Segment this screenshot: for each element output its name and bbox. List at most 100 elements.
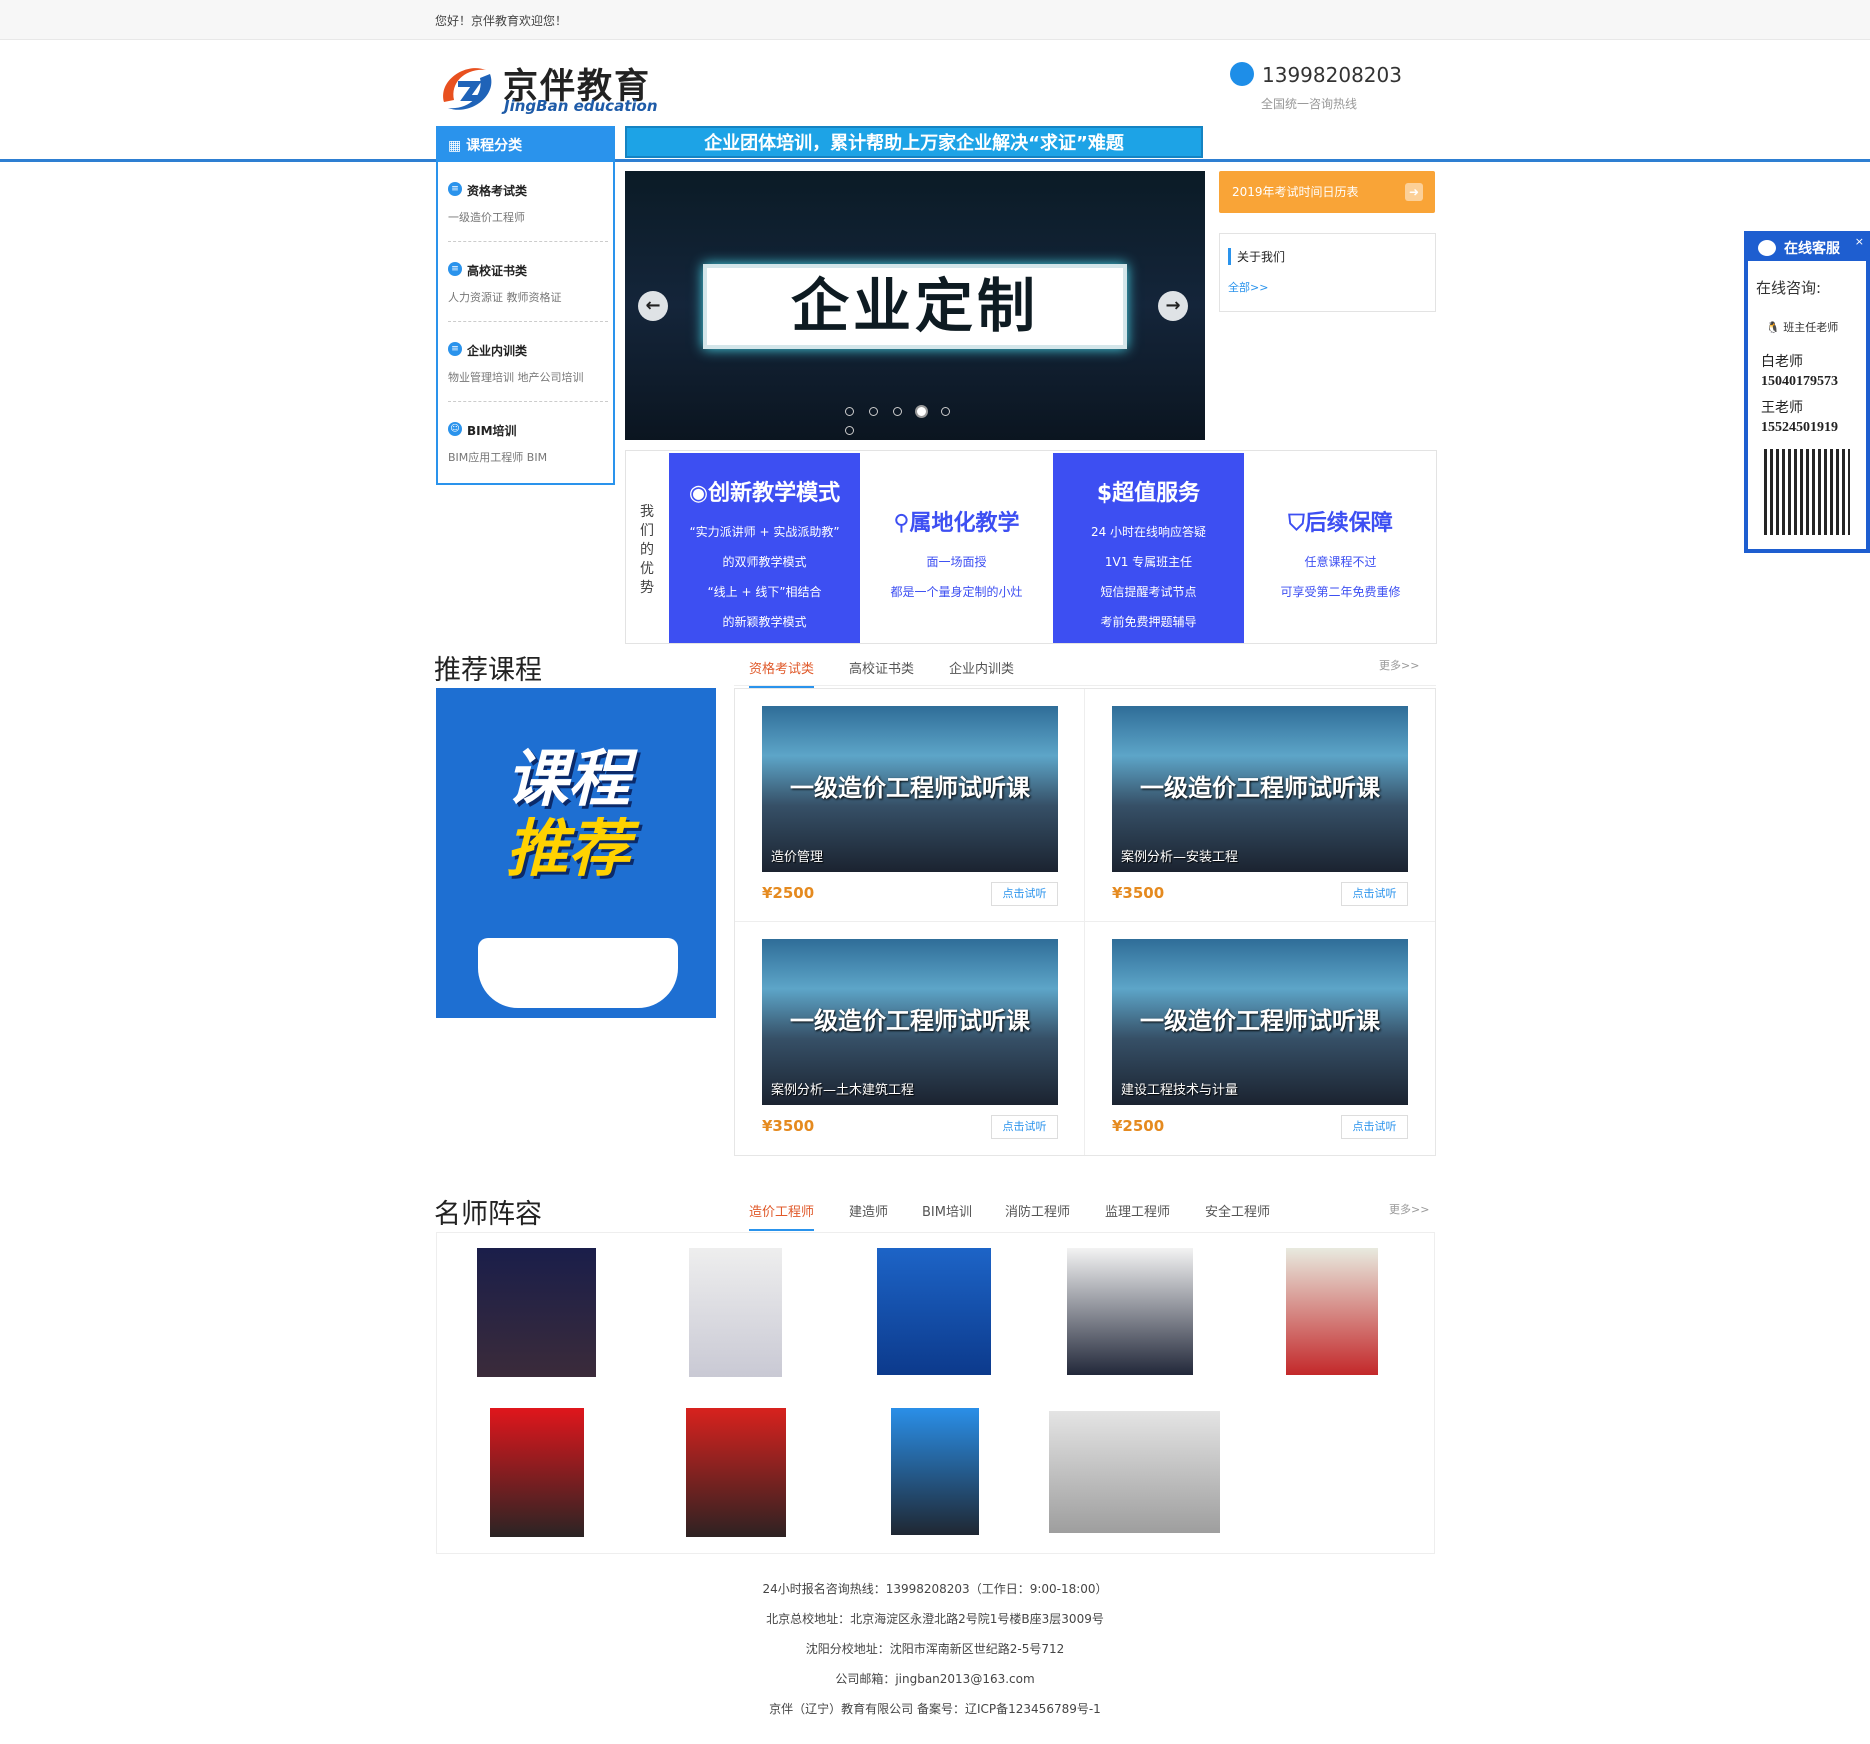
category-item-title[interactable]: BIM培训 bbox=[467, 422, 517, 439]
slider-prev-button[interactable]: ← bbox=[638, 291, 668, 321]
course-thumbnail[interactable]: 一级造价工程师试听课建设工程技术与计量 bbox=[1112, 939, 1408, 1105]
course-thumbnail[interactable]: 一级造价工程师试听课 案例分析—土木建筑工程 bbox=[762, 939, 1058, 1105]
tab-teacher-4[interactable]: 消防工程师 bbox=[1005, 1201, 1070, 1220]
slider-headline: 企业定制 bbox=[703, 264, 1127, 349]
tab-recommend-3[interactable]: 企业内训类 bbox=[949, 658, 1014, 677]
teachers-more-link[interactable]: 更多>> bbox=[1389, 1201, 1429, 1217]
slider-dot[interactable] bbox=[845, 426, 854, 435]
advantage-line: 短信提醒考试节点 bbox=[1100, 585, 1197, 599]
category-item-sub[interactable]: 物业管理培训 地产公司培训 bbox=[448, 369, 584, 385]
about-more-link[interactable]: 全部>> bbox=[1228, 279, 1268, 295]
hotline-label: 全国统一咨询热线 bbox=[1261, 97, 1358, 111]
try-listen-button[interactable]: 点击试听 bbox=[991, 882, 1058, 906]
recommend-more-link[interactable]: 更多>> bbox=[1379, 657, 1419, 673]
teacher-gallery bbox=[436, 1232, 1435, 1554]
tab-recommend-2[interactable]: 高校证书类 bbox=[849, 658, 914, 677]
advantage-title: 创新教学模式 bbox=[708, 481, 841, 506]
teacher-name: 王老师 bbox=[1761, 401, 1803, 416]
slider-dot[interactable] bbox=[941, 407, 950, 416]
course-card[interactable]: 一级造价工程师试听课 案例分析—安装工程 ¥3500 点击试听 bbox=[1085, 689, 1435, 922]
tab-teacher-6[interactable]: 安全工程师 bbox=[1205, 1201, 1270, 1220]
tab-teacher-5[interactable]: 监理工程师 bbox=[1105, 1201, 1170, 1220]
category-icon: ≡ bbox=[448, 342, 462, 356]
tab-divider bbox=[734, 685, 1436, 686]
tab-recommend-1[interactable]: 资格考试类 bbox=[749, 658, 815, 688]
slogan-banner[interactable]: 企业团体培训，累计帮助上万家企业解决“求证”难题 bbox=[625, 126, 1203, 158]
category-item[interactable]: ≡ 高校证书类 人力资源证 教师资格证 bbox=[448, 242, 608, 322]
advantage-line: 考前免费押题辅导 bbox=[1100, 615, 1197, 629]
exam-calendar-button[interactable]: 2019年考试时间日历表 ➜ bbox=[1219, 171, 1435, 213]
category-panel: ≡ 资格考试类 一级造价工程师 ≡ 高校证书类 人力资源证 教师资格证 ≡ 企业… bbox=[436, 162, 615, 485]
category-item[interactable]: ≡ 企业内训类 物业管理培训 地产公司培训 bbox=[448, 322, 608, 402]
service-title: 在线客服 bbox=[1784, 241, 1840, 257]
tab-teacher-1[interactable]: 造价工程师 bbox=[749, 1201, 815, 1231]
category-item-sub[interactable]: 人力资源证 教师资格证 bbox=[448, 289, 562, 305]
slider-dot[interactable] bbox=[917, 407, 926, 416]
category-item-title[interactable]: 企业内训类 bbox=[467, 342, 527, 359]
phone-icon bbox=[1230, 62, 1254, 86]
promo-text-2: 推荐 bbox=[506, 812, 631, 885]
advantages-label: 我们的优势 bbox=[640, 504, 654, 596]
teacher-photo[interactable] bbox=[1067, 1248, 1193, 1375]
teacher-photo[interactable] bbox=[891, 1408, 979, 1535]
grid-icon: ▦ bbox=[448, 138, 467, 154]
course-subject: 建设工程技术与计量 bbox=[1121, 1083, 1239, 1098]
course-subject: 案例分析—土木建筑工程 bbox=[771, 1083, 915, 1098]
teacher-photo[interactable] bbox=[1286, 1248, 1378, 1375]
welcome-text: 您好！京伴教育欢迎您！ bbox=[435, 14, 568, 28]
course-banner: 一级造价工程师试听课 bbox=[1140, 1007, 1380, 1035]
teacher-photo[interactable] bbox=[490, 1408, 584, 1537]
exam-calendar-label: 2019年考试时间日历表 bbox=[1232, 185, 1359, 199]
category-item[interactable]: ≡ 资格考试类 一级造价工程师 bbox=[448, 162, 608, 242]
teachers-title: 名师阵容 bbox=[434, 1199, 542, 1230]
advantage-card: $超值服务 24 小时在线响应答疑 1V1 专属班主任 短信提醒考试节点 考前免… bbox=[1053, 453, 1244, 643]
advantage-card: ⛉后续保障 任意课程不过 可享受第二年免费重修 bbox=[1245, 453, 1436, 643]
category-item-sub[interactable]: BIM应用工程师 BIM bbox=[448, 449, 547, 465]
teacher-name: 白老师 bbox=[1761, 355, 1803, 370]
try-listen-button[interactable]: 点击试听 bbox=[1341, 1115, 1408, 1139]
footer-beijing-address: 北京总校地址：北京海淀区永澄北路2号院1号楼B座3层3009号 bbox=[766, 1612, 1104, 1626]
slider-dot[interactable] bbox=[869, 407, 878, 416]
teacher-photo[interactable] bbox=[477, 1248, 596, 1377]
teacher-photo[interactable] bbox=[686, 1408, 786, 1537]
footer-email: 公司邮箱：jingban2013@163.com bbox=[835, 1672, 1035, 1686]
course-card[interactable]: 一级造价工程师试听课 案例分析—土木建筑工程 ¥3500 点击试听 bbox=[735, 922, 1085, 1155]
slider-dot[interactable] bbox=[893, 407, 902, 416]
teacher-photo[interactable] bbox=[877, 1248, 991, 1375]
course-thumbnail[interactable]: 一级造价工程师试听课 造价管理 bbox=[762, 706, 1058, 872]
category-item-title[interactable]: 资格考试类 bbox=[467, 182, 527, 199]
consult-label: 在线咨询: bbox=[1756, 279, 1822, 297]
category-item-sub[interactable]: 一级造价工程师 bbox=[448, 209, 525, 225]
teacher-phone: 15524501919 bbox=[1761, 420, 1838, 435]
advantage-line: 都是一个量身定制的小灶 bbox=[890, 585, 1023, 599]
book-illustration bbox=[478, 938, 678, 1008]
advantage-line: 面一场面授 bbox=[926, 555, 987, 569]
try-listen-button[interactable]: 点击试听 bbox=[1341, 882, 1408, 906]
slider-next-button[interactable]: → bbox=[1158, 291, 1188, 321]
tab-teacher-3[interactable]: BIM培训 bbox=[922, 1201, 972, 1220]
course-thumbnail[interactable]: 一级造价工程师试听课案例分析—安装工程 bbox=[1112, 706, 1408, 872]
qr-code bbox=[1764, 449, 1850, 535]
course-subject: 案例分析—安装工程 bbox=[1121, 850, 1239, 865]
course-banner: 一级造价工程师试听课 bbox=[790, 774, 1030, 802]
course-card[interactable]: 一级造价工程师试听课建设工程技术与计量 ¥2500 点击试听 bbox=[1085, 922, 1435, 1155]
category-item[interactable]: ☺ BIM培训 BIM应用工程师 BIM bbox=[448, 402, 608, 482]
recommend-promo-image[interactable]: 课程 推荐 bbox=[436, 688, 716, 1018]
tab-teacher-2[interactable]: 建造师 bbox=[849, 1201, 888, 1220]
course-grid: 一级造价工程师试听课 造价管理 ¥2500 点击试听 一级造价工程师试听课 案例分析… bbox=[734, 688, 1436, 1156]
course-price: ¥2500 bbox=[1112, 1117, 1165, 1135]
top-bar: 您好！京伴教育欢迎您！ bbox=[0, 0, 1870, 40]
logo-icon[interactable] bbox=[436, 60, 498, 118]
hotline-number: 13998208203 bbox=[1262, 63, 1402, 87]
close-icon[interactable]: × bbox=[1855, 235, 1864, 248]
try-listen-button[interactable]: 点击试听 bbox=[991, 1115, 1058, 1139]
teacher-photo[interactable] bbox=[689, 1248, 782, 1377]
course-card[interactable]: 一级造价工程师试听课 造价管理 ¥2500 点击试听 bbox=[735, 689, 1085, 922]
course-banner: 一级造价工程师试听课 bbox=[1140, 774, 1380, 802]
teacher-photo[interactable] bbox=[1049, 1411, 1220, 1533]
qq-contact[interactable]: 🐧 班主任老师 bbox=[1766, 319, 1838, 335]
hero-slider[interactable]: 企业定制 ← → bbox=[625, 171, 1205, 440]
slider-dot[interactable] bbox=[845, 407, 854, 416]
advantage-card: ⚲属地化教学 面一场面授 都是一个量身定制的小灶 bbox=[861, 453, 1052, 643]
category-item-title[interactable]: 高校证书类 bbox=[467, 262, 527, 279]
